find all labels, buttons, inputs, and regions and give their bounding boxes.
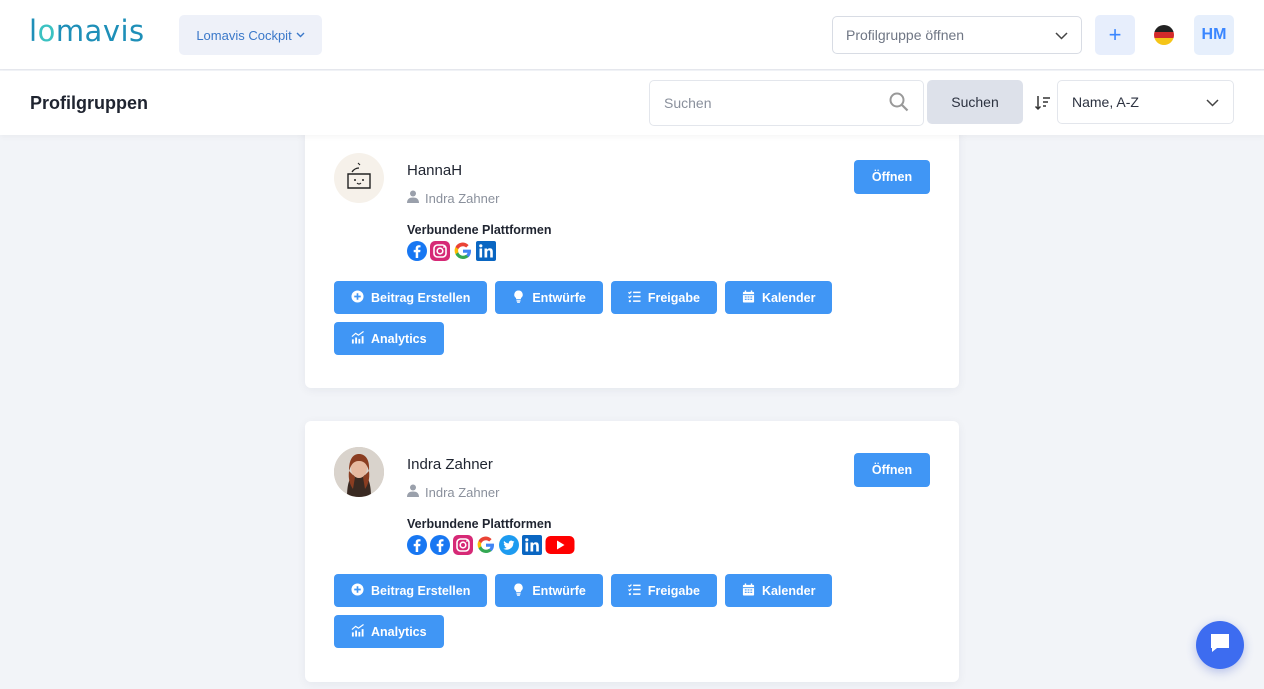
profile-group-card: HannaH Indra Zahner Verbundene Plattform… — [305, 118, 959, 388]
plus-circle-icon — [351, 289, 364, 306]
action-label: Analytics — [371, 331, 427, 346]
action-label: Beitrag Erstellen — [371, 290, 471, 305]
analytics-icon — [351, 623, 364, 640]
top-bar: lomavis Lomavis Cockpit Profilgruppe öff… — [0, 0, 1264, 70]
chevron-down-icon — [1055, 27, 1068, 43]
action-label: Kalender — [761, 290, 816, 305]
platform-icons — [407, 535, 575, 555]
calendar-icon — [742, 582, 755, 599]
action-label: Entwürfe — [532, 290, 586, 305]
platforms-label: Verbundene Plattformen — [407, 223, 552, 237]
facebook-icon — [407, 535, 427, 555]
calendar-button[interactable]: Kalender — [724, 281, 833, 314]
youtube-icon — [545, 535, 575, 555]
checklist-icon — [627, 583, 641, 599]
action-label: Entwürfe — [532, 583, 586, 598]
chevron-down-icon — [1206, 94, 1219, 110]
approval-button[interactable]: Freigabe — [610, 574, 717, 607]
instagram-icon — [453, 535, 473, 555]
action-label: Freigabe — [647, 290, 700, 305]
search-placeholder: Suchen — [664, 95, 712, 111]
chat-bubble-icon — [1208, 631, 1232, 660]
google-icon — [476, 535, 496, 555]
workspace-label: Lomavis Cockpit — [196, 27, 292, 43]
action-label: Beitrag Erstellen — [371, 583, 471, 598]
calendar-button[interactable]: Kalender — [724, 574, 833, 607]
lightbulb-icon — [512, 582, 525, 599]
user-icon — [407, 190, 419, 206]
facebook-icon — [407, 241, 427, 261]
profile-group-placeholder: Profilgruppe öffnen — [846, 27, 965, 43]
action-buttons: Beitrag Erstellen Entwürfe Freigabe Kale… — [334, 574, 834, 648]
group-avatar — [334, 153, 384, 203]
open-button[interactable]: Öffnen — [854, 453, 930, 487]
platforms-label: Verbundene Plattformen — [407, 517, 552, 531]
twitter-icon — [499, 535, 519, 555]
linkedin-icon — [476, 241, 496, 261]
action-label: Analytics — [371, 624, 427, 639]
checklist-icon — [627, 290, 641, 306]
open-button[interactable]: Öffnen — [854, 160, 930, 194]
group-avatar — [334, 447, 384, 497]
action-label: Freigabe — [647, 583, 700, 598]
profile-group-card: Indra Zahner Indra Zahner Verbundene Pla… — [305, 421, 959, 682]
lightbulb-icon — [512, 289, 525, 306]
page-title: Profilgruppen — [30, 93, 148, 113]
user-icon — [407, 484, 419, 500]
analytics-icon — [351, 330, 364, 347]
action-buttons: Beitrag Erstellen Entwürfe Freigabe Kale… — [334, 281, 834, 355]
chat-button[interactable] — [1196, 621, 1244, 669]
sort-select[interactable]: Name, A-Z — [1057, 80, 1234, 124]
lomavis-logo[interactable]: lomavis — [29, 14, 145, 48]
search-button[interactable]: Suchen — [927, 80, 1023, 124]
profile-group-select[interactable]: Profilgruppe öffnen — [832, 16, 1082, 54]
drafts-button[interactable]: Entwürfe — [495, 281, 603, 314]
sort-icon[interactable] — [1034, 94, 1052, 112]
group-owner: Indra Zahner — [407, 190, 499, 206]
calendar-icon — [742, 289, 755, 306]
sort-value: Name, A-Z — [1072, 94, 1139, 110]
workspace-dropdown[interactable]: Lomavis Cockpit — [179, 15, 322, 55]
instagram-icon — [430, 241, 450, 261]
owner-name: Indra Zahner — [425, 484, 500, 500]
chevron-down-icon — [296, 30, 305, 41]
plus-circle-icon — [351, 582, 364, 599]
analytics-button[interactable]: Analytics — [334, 615, 444, 648]
approval-button[interactable]: Freigabe — [610, 281, 717, 314]
search-icon — [889, 92, 909, 115]
add-button[interactable]: + — [1095, 15, 1135, 55]
google-icon — [453, 241, 473, 261]
action-label: Kalender — [761, 583, 816, 598]
page-header: Profilgruppen Suchen Suchen Name, A-Z — [0, 71, 1264, 135]
german-flag-icon[interactable] — [1154, 25, 1174, 45]
group-name: Indra Zahner — [407, 456, 493, 473]
owner-name: Indra Zahner — [425, 190, 500, 206]
create-post-button[interactable]: Beitrag Erstellen — [334, 281, 488, 314]
create-post-button[interactable]: Beitrag Erstellen — [334, 574, 488, 607]
linkedin-icon — [522, 535, 542, 555]
search-input[interactable]: Suchen — [649, 80, 924, 126]
drafts-button[interactable]: Entwürfe — [495, 574, 603, 607]
user-avatar[interactable]: HM — [1194, 15, 1234, 55]
analytics-button[interactable]: Analytics — [334, 322, 444, 355]
group-name: HannaH — [407, 162, 463, 179]
facebook-icon — [430, 535, 450, 555]
platform-icons — [407, 241, 496, 261]
group-owner: Indra Zahner — [407, 484, 499, 500]
